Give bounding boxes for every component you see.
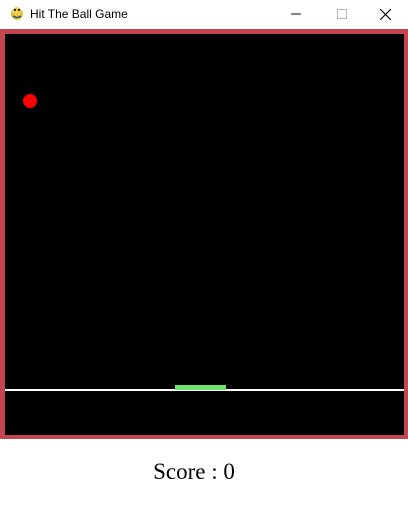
close-icon	[379, 8, 391, 20]
maximize-icon	[337, 9, 347, 19]
title-bar: Hit The Ball Game	[0, 0, 408, 28]
maximize-button[interactable]	[319, 0, 365, 28]
score-label: Score : 0	[153, 459, 235, 484]
close-button[interactable]	[362, 0, 408, 28]
game-canvas[interactable]	[5, 34, 404, 435]
python-snake-icon	[11, 7, 23, 20]
minimize-icon	[291, 13, 301, 15]
minimize-button[interactable]	[273, 0, 319, 28]
window-title: Hit The Ball Game	[30, 7, 128, 21]
paddle[interactable]	[175, 385, 226, 390]
ball	[23, 94, 37, 108]
